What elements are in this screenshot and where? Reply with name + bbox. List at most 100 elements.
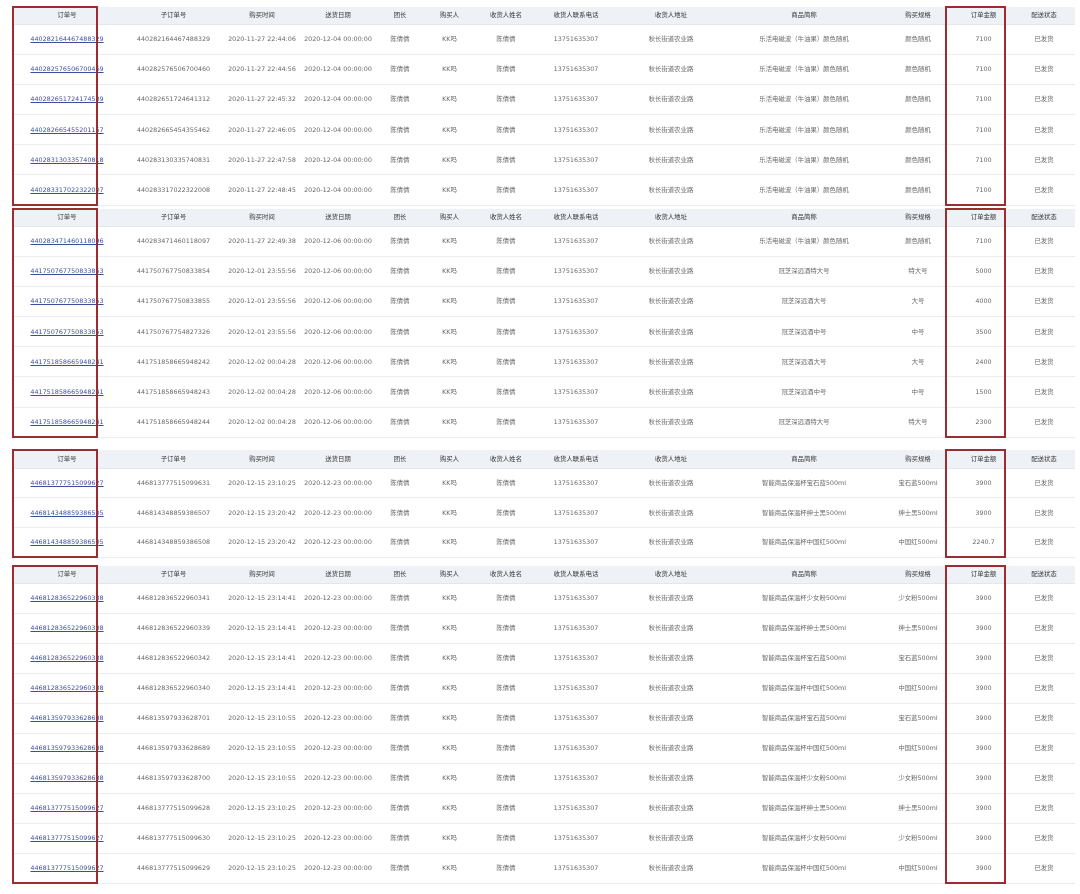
cell-receiver-address: 秋长街道农业路	[616, 853, 726, 884]
column-header-product-name[interactable]: 商品简称	[726, 209, 882, 227]
column-header-group-leader[interactable]: 团长	[377, 7, 423, 25]
column-header-spec[interactable]: 购买规格	[882, 209, 954, 227]
cell-receiver-address: 秋长街道农业路	[616, 24, 726, 55]
column-header-spec[interactable]: 购买规格	[882, 450, 954, 469]
column-header-buyer[interactable]: 购买人	[423, 566, 476, 584]
column-header-delivery-date[interactable]: 送货日期	[299, 7, 377, 25]
column-header-receiver-phone[interactable]: 收货人联系电话	[536, 7, 616, 25]
column-header-group-leader[interactable]: 团长	[377, 566, 423, 584]
cell-receiver-name: 陈倩倩	[476, 407, 536, 438]
order-number-link[interactable]: 440282576506700469	[12, 54, 122, 85]
column-header-buyer[interactable]: 购买人	[423, 209, 476, 227]
column-header-product-name[interactable]: 商品简称	[726, 450, 882, 469]
order-number-link[interactable]: 441751858665948241	[12, 376, 122, 408]
order-number-link[interactable]: 440283317022322007	[12, 174, 122, 206]
order-number-link[interactable]: 446813777515099627	[12, 793, 122, 824]
column-header-receiver-name[interactable]: 收货人姓名	[476, 209, 536, 227]
column-header-spec[interactable]: 购买规格	[882, 566, 954, 584]
column-header-purchase-time[interactable]: 购买时间	[225, 7, 299, 25]
column-header-receiver-address[interactable]: 收货人地址	[616, 209, 726, 227]
cell-sub-order-no: 441751858665948244	[122, 407, 225, 438]
column-header-product-name[interactable]: 商品简称	[726, 566, 882, 584]
cell-receiver-address: 秋长街道农业路	[616, 613, 726, 644]
column-header-order-amount[interactable]: 订单金额	[954, 209, 1013, 227]
order-number-link[interactable]: 440283130335740818	[12, 144, 122, 176]
order-number-link[interactable]: 441750767750833853	[12, 286, 122, 318]
column-header-sub-order-no[interactable]: 子订单号	[122, 566, 225, 584]
order-number-link[interactable]: 446813777515099627	[12, 823, 122, 854]
cell-sub-order-no: 446812836522960339	[122, 613, 225, 644]
order-number-link[interactable]: 446813597933628688	[12, 763, 122, 794]
cell-product-name: 冠芝深远酒特大号	[726, 256, 882, 287]
column-header-buyer[interactable]: 购买人	[423, 7, 476, 25]
order-number-link[interactable]: 440282665455201157	[12, 114, 122, 146]
column-header-delivery-date[interactable]: 送货日期	[299, 450, 377, 469]
column-header-spec[interactable]: 购买规格	[882, 7, 954, 25]
cell-delivery-date: 2020-12-23 00:00:00	[299, 823, 377, 854]
order-number-link[interactable]: 440282164467488329	[12, 24, 122, 55]
column-header-delivery-status[interactable]: 配送状态	[1013, 7, 1075, 25]
column-header-receiver-phone[interactable]: 收货人联系电话	[536, 209, 616, 227]
order-number-link[interactable]: 446812836522960338	[12, 673, 122, 704]
column-header-order-no[interactable]: 订单号	[12, 7, 122, 25]
cell-order-amount: 3900	[954, 497, 1013, 528]
column-header-group-leader[interactable]: 团长	[377, 209, 423, 227]
table-row: 446812836522960338 446812836522960342 2020…	[12, 643, 1075, 674]
column-header-receiver-name[interactable]: 收货人姓名	[476, 450, 536, 469]
cell-receiver-name: 陈倩倩	[476, 114, 536, 146]
order-number-link[interactable]: 446812836522960338	[12, 643, 122, 674]
column-header-receiver-name[interactable]: 收货人姓名	[476, 7, 536, 25]
column-header-order-no[interactable]: 订单号	[12, 450, 122, 469]
column-header-delivery-status[interactable]: 配送状态	[1013, 450, 1075, 469]
order-number-link[interactable]: 446813777515099627	[12, 853, 122, 884]
order-number-link[interactable]: 441750767750833853	[12, 256, 122, 287]
table-header-row: 订单号 子订单号 购买时间 送货日期 团长 购买人 收货人姓名 收货人联系电话 收货人地址 商品简…	[12, 7, 1075, 25]
cell-buyer: KK吗	[423, 226, 476, 257]
order-number-link[interactable]: 446814348859386505	[12, 527, 122, 558]
order-number-link[interactable]: 441751858665948241	[12, 346, 122, 378]
cell-spec: 中国红500ml	[882, 673, 954, 704]
cell-receiver-name: 陈倩倩	[476, 316, 536, 348]
order-number-link[interactable]: 440283471460118096	[12, 226, 122, 257]
column-header-group-leader[interactable]: 团长	[377, 450, 423, 469]
column-header-receiver-address[interactable]: 收货人地址	[616, 450, 726, 469]
cell-purchase-time: 2020-12-15 23:10:55	[225, 733, 299, 764]
column-header-order-amount[interactable]: 订单金额	[954, 450, 1013, 469]
column-header-receiver-phone[interactable]: 收货人联系电话	[536, 566, 616, 584]
table-row: 446812836522960338 446812836522960340 2020…	[12, 673, 1075, 704]
cell-delivery-date: 2020-12-04 00:00:00	[299, 174, 377, 206]
column-header-purchase-time[interactable]: 购买时间	[225, 450, 299, 469]
order-number-link[interactable]: 446812836522960338	[12, 583, 122, 614]
column-header-delivery-status[interactable]: 配送状态	[1013, 566, 1075, 584]
cell-receiver-name: 陈倩倩	[476, 346, 536, 378]
column-header-purchase-time[interactable]: 购买时间	[225, 566, 299, 584]
cell-product-name: 冠芝深远酒特大号	[726, 407, 882, 438]
column-header-sub-order-no[interactable]: 子订单号	[122, 450, 225, 469]
column-header-receiver-address[interactable]: 收货人地址	[616, 7, 726, 25]
column-header-delivery-date[interactable]: 送货日期	[299, 566, 377, 584]
column-header-receiver-address[interactable]: 收货人地址	[616, 566, 726, 584]
column-header-sub-order-no[interactable]: 子订单号	[122, 209, 225, 227]
order-number-link[interactable]: 446814348859386505	[12, 497, 122, 528]
column-header-buyer[interactable]: 购买人	[423, 450, 476, 469]
column-header-order-amount[interactable]: 订单金额	[954, 566, 1013, 584]
column-header-product-name[interactable]: 商品简称	[726, 7, 882, 25]
cell-delivery-date: 2020-12-23 00:00:00	[299, 527, 377, 558]
column-header-order-no[interactable]: 订单号	[12, 209, 122, 227]
order-number-link[interactable]: 446812836522960338	[12, 613, 122, 644]
column-header-sub-order-no[interactable]: 子订单号	[122, 7, 225, 25]
column-header-order-no[interactable]: 订单号	[12, 566, 122, 584]
column-header-delivery-date[interactable]: 送货日期	[299, 209, 377, 227]
order-number-link[interactable]: 446813777515099627	[12, 468, 122, 499]
column-header-receiver-name[interactable]: 收货人姓名	[476, 566, 536, 584]
column-header-receiver-phone[interactable]: 收货人联系电话	[536, 450, 616, 469]
order-number-link[interactable]: 446813597933628688	[12, 733, 122, 764]
order-number-link[interactable]: 446813597933628688	[12, 703, 122, 734]
column-header-delivery-status[interactable]: 配送状态	[1013, 209, 1075, 227]
column-header-order-amount[interactable]: 订单金额	[954, 7, 1013, 25]
order-number-link[interactable]: 441750767750833853	[12, 316, 122, 348]
order-number-link[interactable]: 441751858665948241	[12, 407, 122, 438]
order-number-link[interactable]: 440282651724174539	[12, 84, 122, 116]
column-header-purchase-time[interactable]: 购买时间	[225, 209, 299, 227]
cell-spec: 少女粉500ml	[882, 823, 954, 854]
